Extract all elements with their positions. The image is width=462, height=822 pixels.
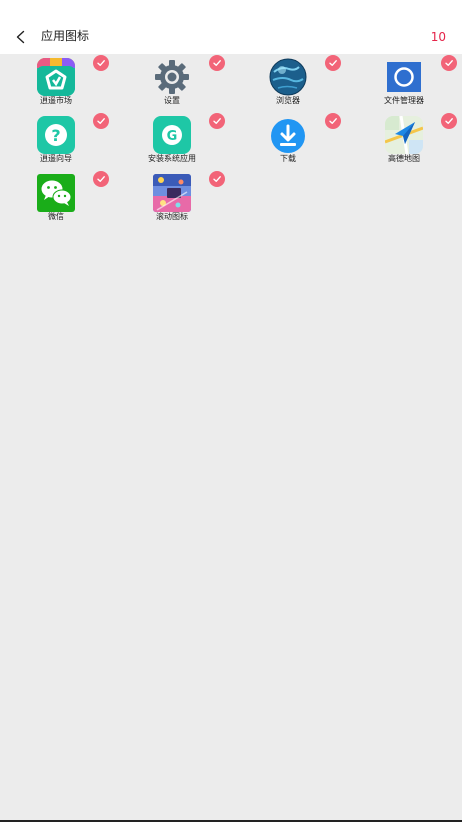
- selected-count: 10: [430, 30, 446, 44]
- app-label: 设置: [164, 96, 180, 105]
- selected-check-badge[interactable]: [209, 171, 225, 187]
- app-tile-install-system[interactable]: G 安装系统应用: [116, 112, 232, 170]
- app-tile-download[interactable]: 下载: [232, 112, 348, 170]
- page-title: 应用图标: [41, 29, 90, 43]
- selected-check-badge[interactable]: [93, 171, 109, 187]
- map-icon: [385, 116, 423, 154]
- svg-text:?: ?: [51, 126, 60, 145]
- back-button[interactable]: [8, 24, 34, 50]
- app-label: 逍遥市场: [40, 96, 72, 105]
- chevron-left-icon: [16, 30, 25, 44]
- selected-check-badge[interactable]: [209, 55, 225, 71]
- app-label: 微信: [48, 212, 64, 221]
- scroll-icon: [153, 174, 191, 212]
- app-label: 文件管理器: [384, 96, 424, 105]
- app-tile-file-manager[interactable]: 文件管理器: [348, 54, 462, 112]
- selected-check-badge[interactable]: [325, 113, 341, 129]
- download-icon: [269, 116, 307, 154]
- app-tile-wechat[interactable]: 微信: [0, 170, 116, 228]
- question-icon: ?: [37, 116, 75, 154]
- globe-icon: [269, 58, 307, 96]
- selected-check-badge[interactable]: [93, 113, 109, 129]
- app-tile-market[interactable]: 逍遥市场: [0, 54, 116, 112]
- selected-check-badge[interactable]: [441, 55, 457, 71]
- gear-icon: [153, 58, 191, 96]
- selected-check-badge[interactable]: [209, 113, 225, 129]
- app-label: 安装系统应用: [148, 154, 196, 163]
- file-manager-icon: [385, 58, 423, 96]
- selected-check-badge[interactable]: [441, 113, 457, 129]
- app-label: 高德地图: [388, 154, 420, 163]
- install-g-icon: G: [153, 116, 191, 154]
- app-tile-amap[interactable]: 高德地图: [348, 112, 462, 170]
- market-icon: [37, 58, 75, 96]
- app-label: 浏览器: [276, 96, 300, 105]
- app-header: 应用图标 10: [0, 20, 462, 54]
- app-tile-guide[interactable]: ? 逍遥向导: [0, 112, 116, 170]
- app-label: 逍遥向导: [40, 154, 72, 163]
- app-tile-browser[interactable]: 浏览器: [232, 54, 348, 112]
- status-bar-area: [0, 0, 462, 20]
- app-label: 滚动图标: [156, 212, 188, 221]
- app-tile-scroll-icon[interactable]: 滚动图标: [116, 170, 232, 228]
- svg-text:G: G: [167, 129, 178, 144]
- app-label: 下载: [280, 154, 296, 163]
- selected-check-badge[interactable]: [93, 55, 109, 71]
- selected-check-badge[interactable]: [325, 55, 341, 71]
- app-tile-settings[interactable]: 设置: [116, 54, 232, 112]
- wechat-icon: [37, 174, 75, 212]
